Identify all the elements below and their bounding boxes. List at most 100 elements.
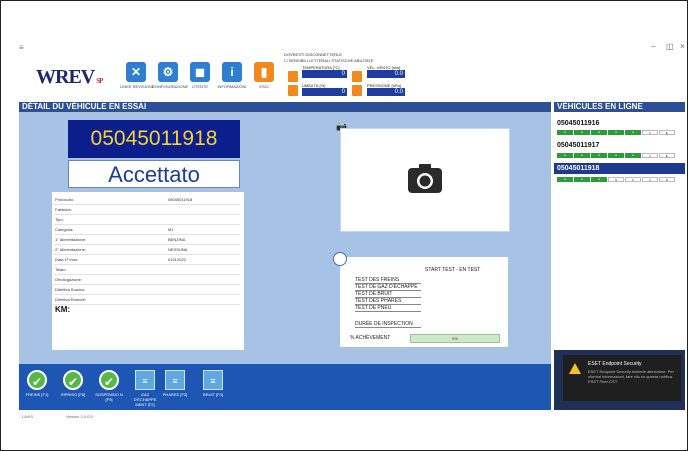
function-label: PHARES [F3] — [162, 392, 188, 397]
field-label: Categoria: — [55, 227, 74, 232]
test-line: TEST DE PNEU — [355, 305, 421, 312]
function-button-3[interactable]: ✔ SOSPENSIO N [F9] — [94, 370, 124, 402]
function-label: GAZ D'ÉCHAPPE MENT [F2] — [133, 392, 157, 407]
status-cell: ● — [574, 153, 590, 158]
toolbar-button-1[interactable]: ✕ LINEE REVISIONE — [120, 62, 155, 89]
field-value: BENZINA — [168, 237, 186, 242]
test-line: TEST DE GAZ D'ÉCHAPPE — [355, 284, 421, 291]
online-vehicle-status-strip: ● ● ● G F A E — [557, 177, 681, 182]
humidity-icon — [288, 85, 298, 96]
menu-icon[interactable]: ≡ — [19, 43, 24, 52]
notification-title: ESET Endpoint Security — [588, 361, 642, 367]
toolbar-label: ESCI — [259, 84, 269, 89]
function-button-4[interactable]: ≡ GAZ D'ÉCHAPPE MENT [F2] — [130, 370, 160, 407]
test-icon: ≡ — [203, 370, 223, 390]
humidity-readout: UMIDITÀ [%] 0 — [302, 83, 347, 96]
function-label: RIPRISO [F8] — [60, 392, 86, 397]
exit-icon: ▮ — [254, 62, 274, 82]
function-button-2[interactable]: ✔ RIPRISO [F8] — [58, 370, 88, 397]
footer-version: Version 2.0.0.5 — [66, 414, 93, 419]
status-cell: ● — [591, 130, 607, 135]
static-sensors-toggle[interactable]: ☐ SENSIBILI LETTERALI STATISCHE ABILITAT… — [284, 58, 374, 63]
wind-readout: VEL. VENTO [m/s] 0.0 — [367, 65, 405, 78]
pressure-readout: PRESSIONE [hPa] 0.0 — [367, 83, 405, 96]
online-vehicle-status-strip: ● ● ● ● ● 2 ► — [557, 153, 681, 158]
online-vehicle-plate[interactable]: 05045011916 — [557, 120, 599, 127]
close-button[interactable]: × — [680, 42, 685, 51]
tools-icon: ✕ — [126, 62, 146, 82]
vehicle-detail-header: DÉTAIL DU VÉHICULE EN ESSAI — [19, 102, 551, 112]
field-label: Direttiva Scarico: — [55, 287, 86, 292]
status-cell: E — [659, 177, 675, 182]
status-cell: ● — [591, 153, 607, 158]
field-label: Data 1ª Imm.: — [55, 257, 80, 262]
test-line: TEST DES PHARES — [355, 298, 421, 305]
toolbar-button-2[interactable]: ⚙ CONFIGURAZIONE — [152, 62, 188, 89]
status-cell: ● — [574, 177, 590, 182]
field-value: M1 — [168, 227, 174, 232]
clock-icon — [333, 252, 347, 266]
status-cell: ● — [557, 130, 573, 135]
vehicle-info-table: Protocollo: 05045011918 Fabbrica: Tipo: Cate… — [52, 192, 244, 350]
online-vehicle-plate[interactable]: 05045011918 — [557, 165, 599, 172]
status-cell: F — [625, 177, 641, 182]
function-label: FREINS [F1] — [25, 392, 49, 397]
online-vehicles-header: VÉHICULES EN LIGNE — [554, 102, 685, 112]
function-label: BRUIT [F4] — [203, 392, 223, 397]
minimize-button[interactable]: – — [651, 42, 655, 51]
status-cell: ● — [608, 130, 624, 135]
test-icon: ≡ — [165, 370, 185, 390]
field-label: 1° Alimentazione: — [55, 237, 86, 242]
status-cell: ► — [659, 130, 675, 135]
toolbar-button-4[interactable]: i INFORMAZIONI — [216, 62, 248, 89]
field-label: Telaio: — [55, 267, 67, 272]
status-cell: ● — [625, 130, 641, 135]
function-button-5[interactable]: ≡ PHARES [F3] — [160, 370, 190, 397]
status-cell: ● — [591, 177, 607, 182]
temperature-icon — [288, 71, 298, 82]
status-cell: ● — [557, 153, 573, 158]
sensor-warning: DOVRESTI DISCONNETTERLE — [284, 52, 343, 57]
completion-bar: 0% — [410, 334, 500, 343]
online-vehicle-status-strip: ● ● ● ● ● 2 ► — [557, 130, 681, 135]
status-cell: ● — [625, 153, 641, 158]
test-line: TEST DES FREINS — [355, 277, 421, 284]
check-icon: ✔ — [99, 370, 119, 390]
wrev-logo: WREV SP — [36, 66, 103, 88]
online-vehicle-plate[interactable]: 05045011917 — [557, 142, 599, 149]
status-cell: 2 — [642, 130, 658, 135]
info-row: Direttiva Rumore: — [54, 294, 240, 305]
field-value: 05045011918 — [168, 197, 193, 202]
field-label: Direttiva Rumore: — [55, 297, 87, 302]
field-label: Fabbrica: — [55, 207, 72, 212]
test-icon: ≡ — [135, 370, 155, 390]
user-icon: ◼ — [190, 62, 210, 82]
info-icon: i — [222, 62, 242, 82]
test-line: TEST DE BRUIT — [355, 291, 421, 298]
status-cell: ● — [608, 153, 624, 158]
completion-label: % ACHÈVEMENT — [350, 335, 391, 341]
field-value: 01012020 — [168, 257, 186, 262]
license-plate: 05045011918 — [68, 120, 240, 158]
km-label: KM: — [55, 305, 71, 314]
toolbar-button-3[interactable]: ◼ UTENTE — [184, 62, 216, 89]
toolbar-label: INFORMAZIONI — [217, 84, 247, 89]
gear-icon: ⚙ — [158, 62, 178, 82]
status-cell: ● — [557, 177, 573, 182]
check-icon: ✔ — [63, 370, 83, 390]
status-cell: 2 — [642, 153, 658, 158]
toolbar-label: LINEE REVISIONE — [120, 84, 155, 89]
function-button-1[interactable]: ✔ FREINS [F1] — [22, 370, 52, 397]
eset-notification[interactable]: ESET Endpoint Security ESET Endpoint Sec… — [563, 355, 681, 401]
maximize-button[interactable]: ◫ — [666, 42, 674, 51]
function-button-6[interactable]: ≡ BRUIT [F4] — [198, 370, 228, 397]
vehicle-photo[interactable] — [340, 128, 510, 232]
test-progress-panel: START TEST - EN TEST TEST DES FREINS TEST… — [340, 257, 508, 347]
toolbar-button-5[interactable]: ▮ ESCI — [248, 62, 280, 89]
wind-icon — [352, 71, 362, 82]
start-test-label: START TEST - EN TEST — [425, 267, 481, 273]
camera-icon — [408, 164, 442, 193]
field-label: Protocollo: — [55, 197, 74, 202]
inspection-duration: DURÉE DE INSPECTION — [355, 321, 421, 328]
status-cell: A — [642, 177, 658, 182]
